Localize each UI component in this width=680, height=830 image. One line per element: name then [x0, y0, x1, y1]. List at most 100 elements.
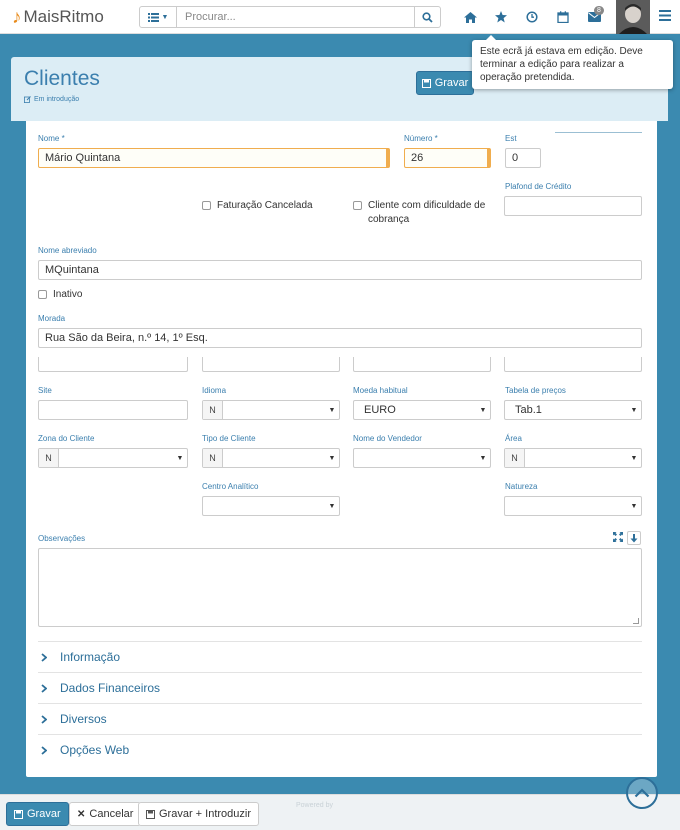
arrow-down-icon [630, 533, 638, 542]
save-and-new-button-label: Gravar + Introduzir [159, 808, 252, 820]
site-field[interactable] [38, 400, 188, 420]
client-form: Nome * Número * Est Plafond de Crédito F… [26, 121, 657, 777]
chevron-right-icon [41, 683, 47, 693]
expand-icon [613, 532, 623, 542]
faturacao-cancelada-checkbox[interactable]: Faturação Cancelada [202, 199, 342, 213]
home-icon [463, 11, 477, 23]
centro-analitico-label: Centro Analítico [202, 482, 259, 491]
vendedor-label: Nome do Vendedor [353, 434, 422, 443]
country-field[interactable] [504, 357, 642, 372]
brand-logo[interactable]: ♪ MaisRitmo [12, 7, 104, 27]
zona-prefix: N [39, 449, 59, 467]
page-title: Clientes [24, 67, 100, 90]
faturacao-cancelada-label: Faturação Cancelada [217, 200, 313, 211]
floppy-icon [146, 809, 155, 819]
numero-field[interactable] [404, 148, 491, 168]
inativo-checkbox[interactable]: Inativo [38, 288, 82, 302]
nome-field[interactable] [38, 148, 390, 168]
address-line-field[interactable] [38, 357, 188, 372]
area-label: Área [505, 434, 522, 443]
download-button[interactable] [627, 531, 641, 545]
save-button[interactable]: Gravar [6, 802, 69, 826]
chevron-right-icon [41, 745, 47, 755]
section-informacao[interactable]: Informação [38, 641, 642, 672]
nome-abreviado-field[interactable] [38, 260, 642, 280]
section-diversos[interactable]: Diversos [38, 703, 642, 734]
locality-field[interactable] [353, 357, 491, 372]
section-opcoes-web[interactable]: Opções Web [38, 734, 642, 765]
record-status-text: Em introdução [34, 96, 80, 103]
nome-label: Nome * [38, 134, 65, 143]
tipo-prefix: N [203, 449, 223, 467]
edit-icon [24, 96, 31, 103]
favorites-button[interactable] [493, 9, 509, 25]
tabela-precos-select[interactable]: Tab.1 ▼ [504, 400, 642, 420]
site-label: Site [38, 386, 52, 395]
calendar-button[interactable] [555, 9, 571, 25]
section-dados-financeiros[interactable]: Dados Financeiros [38, 672, 642, 703]
caret-down-icon: ▼ [328, 454, 336, 462]
save-button-label: Gravar [27, 808, 61, 820]
tabela-precos-value: Tab.1 [515, 404, 542, 416]
chevron-right-icon [41, 652, 47, 662]
dificuldade-cobranca-checkbox[interactable]: Cliente com dificuldade de cobrança [353, 199, 488, 227]
section-label: Diversos [60, 712, 107, 726]
observacoes-textarea[interactable] [38, 548, 642, 627]
expand-button[interactable] [611, 530, 625, 544]
save-button-top[interactable]: Gravar [416, 71, 474, 95]
vendedor-select[interactable]: ▼ [353, 448, 491, 468]
est-label: Est [505, 134, 517, 143]
close-icon: ✕ [77, 808, 86, 820]
avatar[interactable] [616, 0, 650, 34]
tipo-label: Tipo de Cliente [202, 434, 256, 443]
user-photo-icon [616, 0, 650, 34]
caret-down-icon: ▼ [630, 454, 638, 462]
section-label: Opções Web [60, 743, 130, 757]
morada-field[interactable] [38, 328, 642, 348]
moeda-label: Moeda habitual [353, 386, 408, 395]
save-and-new-button[interactable]: Gravar + Introduzir [138, 802, 260, 826]
history-button[interactable] [524, 9, 540, 25]
natureza-select[interactable]: ▼ [504, 496, 642, 516]
checkbox-icon [38, 290, 47, 299]
search-input[interactable] [177, 6, 415, 28]
plafond-label: Plafond de Crédito [505, 182, 572, 191]
main-menu-button[interactable] [659, 10, 671, 22]
idioma-select[interactable]: N ▼ [202, 400, 340, 420]
area-select[interactable]: N ▼ [504, 448, 642, 468]
cancel-button[interactable]: ✕ Cancelar [69, 802, 142, 826]
moeda-value: EURO [364, 404, 396, 416]
tabela-precos-label: Tabela de preços [505, 386, 566, 395]
plafond-field[interactable] [504, 196, 642, 216]
save-button-top-label: Gravar [434, 77, 469, 89]
caret-down-icon: ▼ [630, 502, 638, 510]
idioma-label: Idioma [202, 386, 227, 395]
observacoes-label: Observações [38, 534, 86, 543]
postal-code-field[interactable] [202, 357, 340, 372]
moeda-select[interactable]: EURO ▼ [353, 400, 491, 420]
numero-label: Número * [404, 134, 438, 143]
centro-analitico-select[interactable]: ▼ [202, 496, 340, 516]
resize-handle[interactable] [633, 618, 639, 624]
checkbox-icon [353, 201, 362, 210]
est-field[interactable] [505, 148, 541, 168]
search-button[interactable] [415, 6, 441, 28]
section-label: Informação [60, 650, 121, 664]
powered-by: Powered by [296, 802, 333, 809]
tipo-select[interactable]: N ▼ [202, 448, 340, 468]
search-scope-dropdown[interactable]: ▼ [139, 6, 177, 28]
caret-down-icon: ▼ [176, 454, 184, 462]
scroll-top-button[interactable] [626, 777, 658, 809]
chevron-right-icon [41, 714, 47, 724]
idioma-prefix: N [203, 401, 223, 419]
caret-down-icon: ▼ [161, 13, 169, 21]
list-icon [147, 12, 159, 22]
top-navbar: ♪ MaisRitmo ▼ 8 [0, 0, 680, 34]
music-note-icon: ♪ [12, 6, 22, 28]
brand-name: MaisRitmo [23, 7, 104, 26]
cancel-button-label: Cancelar [89, 808, 134, 820]
home-button[interactable] [462, 9, 478, 25]
zona-label: Zona do Cliente [38, 434, 95, 443]
record-status: Em introdução [24, 96, 79, 103]
zona-select[interactable]: N ▼ [38, 448, 188, 468]
